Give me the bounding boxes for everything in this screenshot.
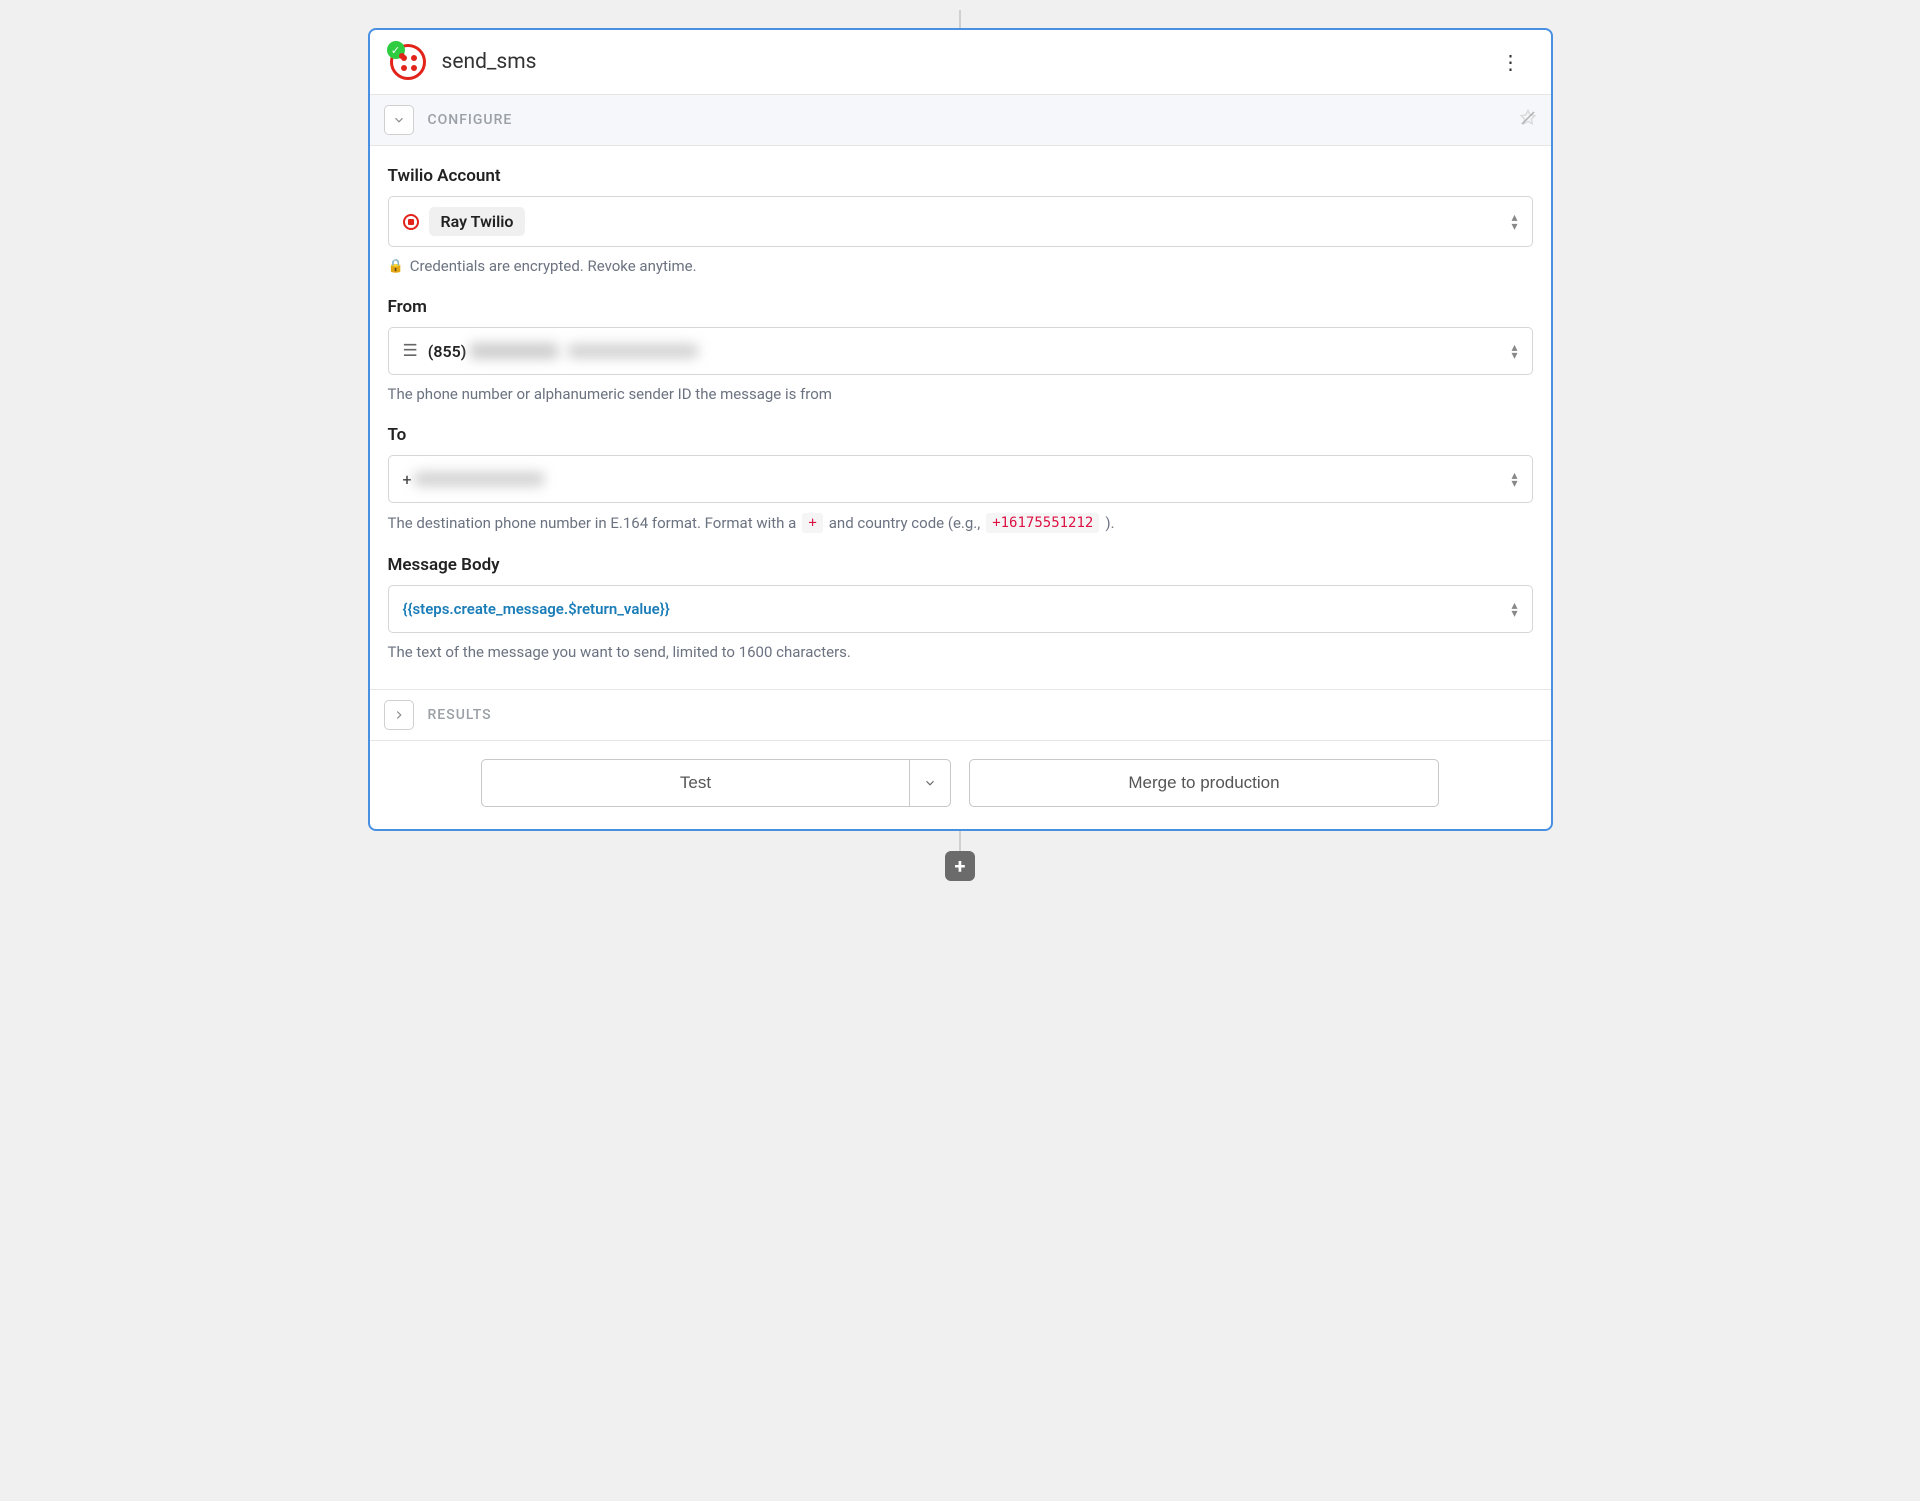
from-label: From: [388, 297, 1533, 317]
redacted-phone-part2: [568, 344, 698, 358]
to-label: To: [388, 425, 1533, 445]
select-caret-icon: ▴▾: [1511, 471, 1517, 488]
results-label: RESULTS: [428, 707, 492, 723]
from-select[interactable]: ☰ (855) ▴▾: [388, 327, 1533, 375]
step-card: ✓ send_sms ⋮ CONFIGURE Twilio Account Ra…: [368, 28, 1553, 831]
more-options-button[interactable]: ⋮: [1491, 44, 1531, 80]
account-select[interactable]: Ray Twilio ▴▾: [388, 196, 1533, 247]
account-value: Ray Twilio: [429, 207, 526, 236]
body-value: {{steps.create_message.$return_value}}: [403, 600, 670, 618]
connector-line-top: [959, 10, 961, 28]
test-dropdown-button[interactable]: [909, 759, 951, 807]
twilio-mini-icon: [403, 214, 419, 230]
select-caret-icon: ▴▾: [1511, 343, 1517, 360]
example-number-chip: +16175551212: [986, 513, 1099, 533]
select-caret-icon: ▴▾: [1511, 213, 1517, 230]
card-footer: Test Merge to production: [370, 741, 1551, 829]
from-helper: The phone number or alphanumeric sender …: [388, 385, 1533, 403]
to-helper: The destination phone number in E.164 fo…: [388, 513, 1533, 533]
redacted-to-number: [414, 472, 544, 486]
select-caret-icon: ▴▾: [1511, 601, 1517, 618]
account-helper: 🔒 Credentials are encrypted. Revoke anyt…: [388, 257, 1533, 275]
card-header: ✓ send_sms ⋮: [370, 30, 1551, 95]
to-prefix: +: [403, 470, 412, 489]
from-prefix: (855): [428, 342, 467, 361]
configure-label: CONFIGURE: [428, 112, 513, 128]
lock-icon: 🔒: [388, 259, 404, 274]
configure-collapse-toggle[interactable]: [384, 105, 414, 135]
message-body-field: Message Body {{steps.create_message.$ret…: [388, 555, 1533, 661]
account-label: Twilio Account: [388, 166, 1533, 186]
chevron-right-icon: [392, 708, 406, 722]
results-expand-toggle[interactable]: [384, 700, 414, 730]
from-field: From ☰ (855) ▴▾ The phone number or alph…: [388, 297, 1533, 403]
results-section-bar[interactable]: RESULTS: [370, 689, 1551, 741]
pin-icon[interactable]: [1519, 109, 1537, 131]
merge-button[interactable]: Merge to production: [969, 759, 1439, 807]
chevron-down-icon: [392, 113, 406, 127]
twilio-account-field: Twilio Account Ray Twilio ▴▾ 🔒 Credentia…: [388, 166, 1533, 275]
list-icon: ☰: [403, 341, 418, 361]
test-button[interactable]: Test: [481, 759, 909, 807]
body-label: Message Body: [388, 555, 1533, 575]
step-title: send_sms: [442, 50, 537, 74]
configure-section-bar[interactable]: CONFIGURE: [370, 95, 1551, 146]
configure-body: Twilio Account Ray Twilio ▴▾ 🔒 Credentia…: [370, 146, 1551, 689]
redacted-phone-part1: [470, 343, 558, 359]
body-input[interactable]: {{steps.create_message.$return_value}} ▴…: [388, 585, 1533, 633]
plus-chip: +: [802, 513, 822, 533]
chevron-down-icon: [923, 776, 937, 790]
to-input[interactable]: + ▴▾: [388, 455, 1533, 503]
to-field: To + ▴▾ The destination phone number in …: [388, 425, 1533, 533]
body-helper: The text of the message you want to send…: [388, 643, 1533, 661]
test-button-group: Test: [481, 759, 951, 807]
add-step-button[interactable]: +: [945, 851, 975, 881]
twilio-icon: ✓: [390, 44, 426, 80]
connector-line-bottom: [959, 831, 961, 851]
